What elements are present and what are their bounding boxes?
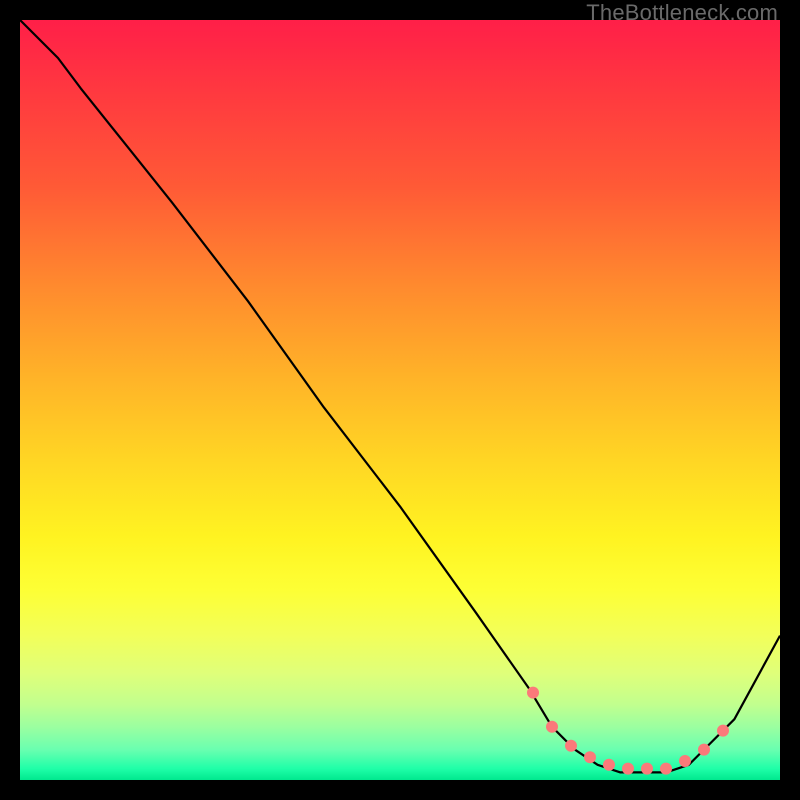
highlight-marker <box>527 687 539 699</box>
curve-overlay <box>20 20 780 780</box>
highlight-marker <box>546 721 558 733</box>
highlight-marker <box>717 725 729 737</box>
watermark-text: TheBottleneck.com <box>586 0 778 26</box>
highlight-marker <box>698 744 710 756</box>
highlight-marker <box>622 763 634 775</box>
highlight-marker <box>660 763 672 775</box>
highlight-marker <box>603 759 615 771</box>
highlight-marker <box>565 740 577 752</box>
chart-frame: TheBottleneck.com <box>0 0 800 800</box>
plot-area <box>20 20 780 780</box>
highlight-marker <box>584 751 596 763</box>
highlight-marker <box>641 763 653 775</box>
bottleneck-curve <box>20 20 780 772</box>
highlight-marker <box>679 755 691 767</box>
